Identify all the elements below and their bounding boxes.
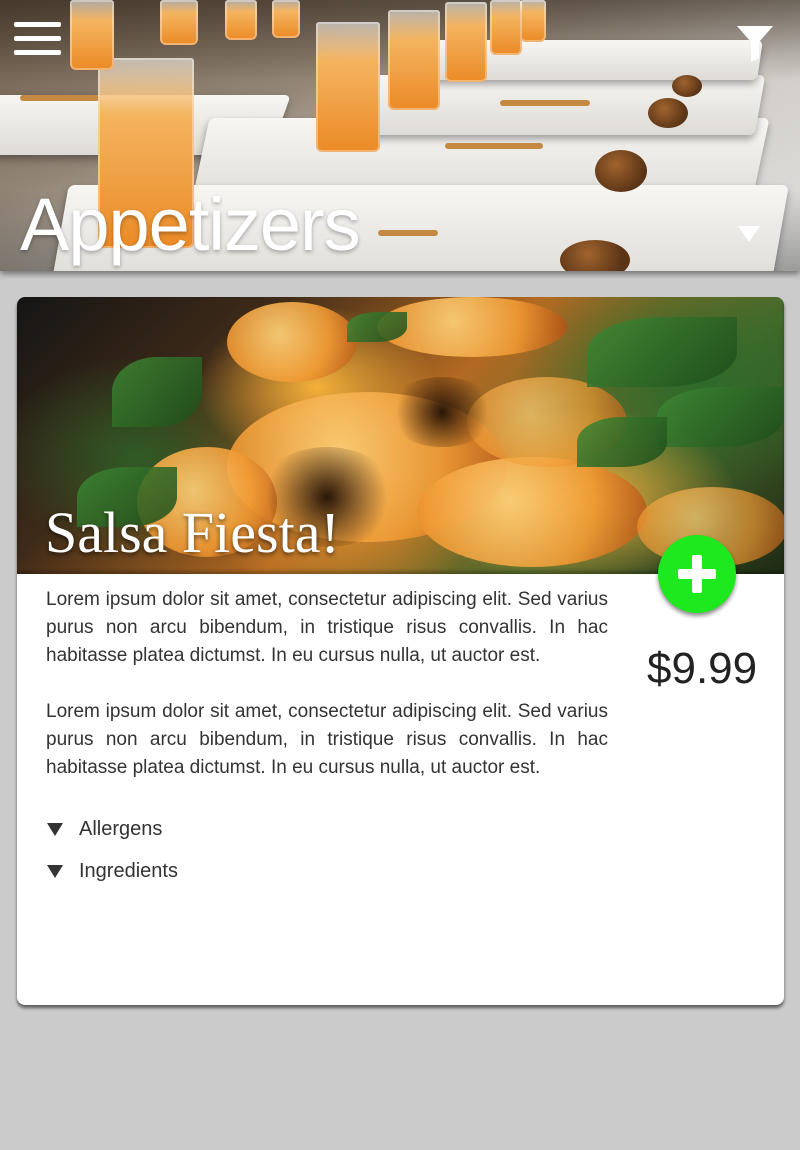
menu-item-card: Salsa Fiesta! Lorem ipsum dolor sit amet… <box>17 297 784 1005</box>
caret-down-icon[interactable] <box>738 226 760 242</box>
menu-item-description: Lorem ipsum dolor sit amet, consectetur … <box>46 589 608 666</box>
filter-funnel-icon[interactable] <box>736 24 774 62</box>
allergens-expander[interactable]: Allergens <box>47 814 162 844</box>
page-title: Appetizers <box>20 183 361 266</box>
hamburger-menu-icon[interactable] <box>14 22 62 56</box>
ingredients-expander[interactable]: Ingredients <box>47 856 178 886</box>
ingredients-label: Ingredients <box>79 859 178 882</box>
caret-down-icon <box>47 864 63 878</box>
caret-down-icon <box>47 822 63 836</box>
allergens-label: Allergens <box>79 817 163 840</box>
menu-item-name: Salsa Fiesta! <box>45 500 340 565</box>
category-header: Appetizers <box>0 0 800 271</box>
menu-item-price: $9.99 <box>647 644 758 693</box>
add-to-order-button[interactable] <box>658 535 736 613</box>
menu-item-description: Lorem ipsum dolor sit amet, consectetur … <box>46 701 608 778</box>
